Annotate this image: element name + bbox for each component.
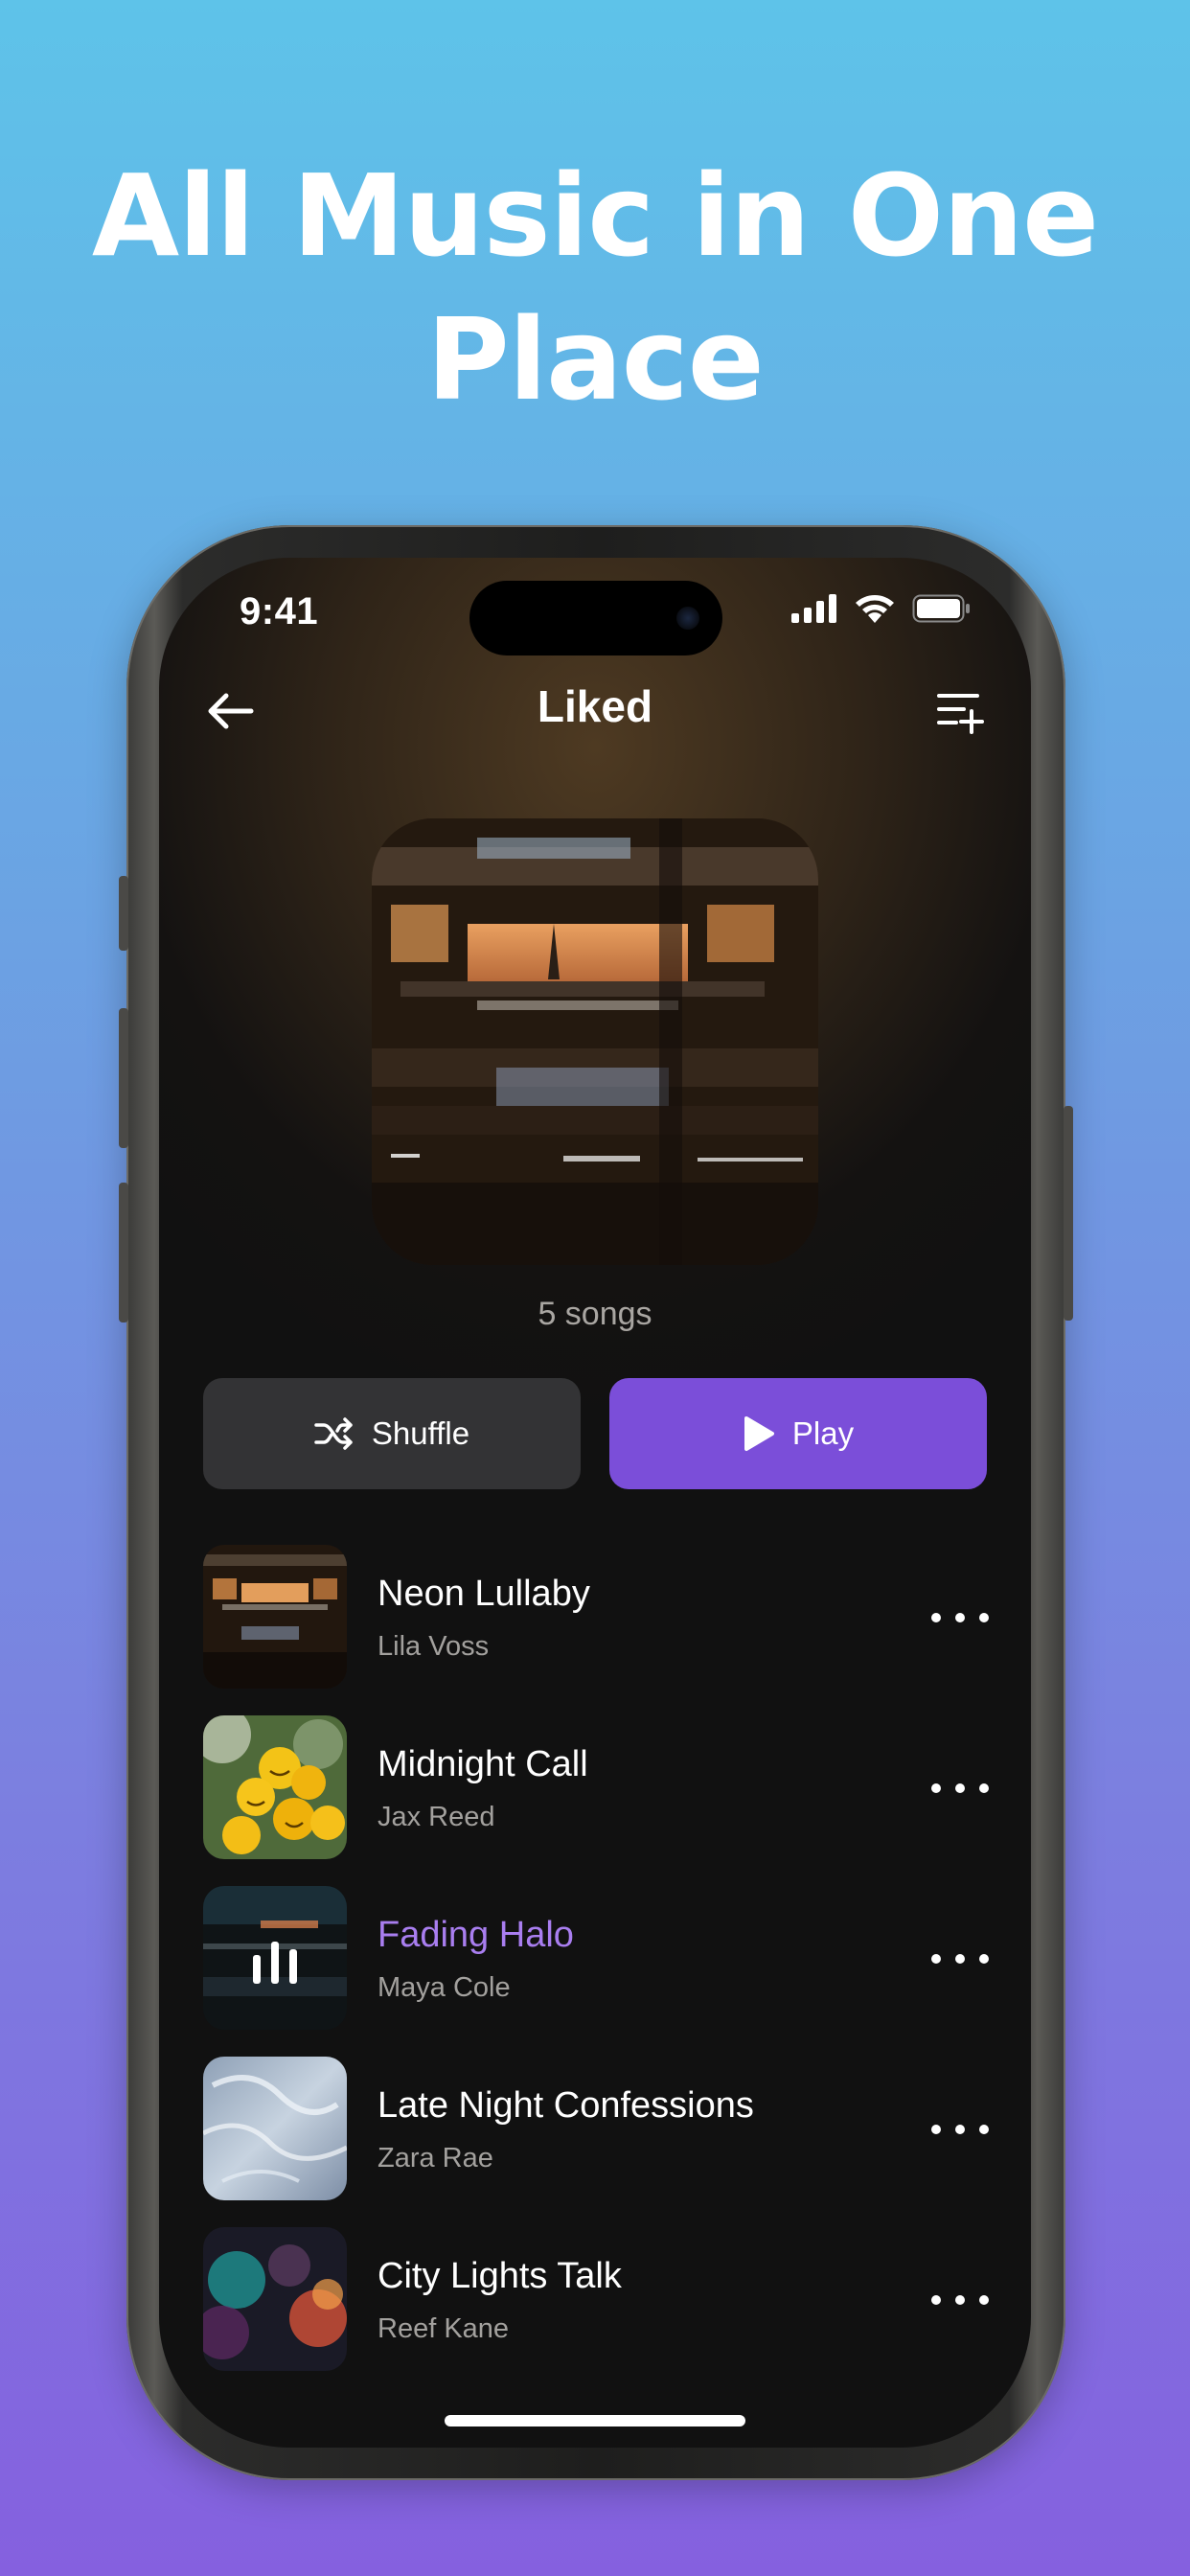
song-row[interactable]: Midnight Call Jax Reed — [203, 1715, 989, 1886]
status-time: 9:41 — [240, 590, 319, 632]
phone-screen: 9:41 Liked 5 songs Shuffle Play Neon Lul… — [159, 558, 1031, 2448]
playlist-cover — [372, 818, 818, 1265]
song-row[interactable]: Neon Lullaby Lila Voss — [203, 1545, 989, 1715]
song-artwork — [203, 2227, 347, 2371]
home-indicator[interactable] — [445, 2415, 745, 2426]
play-button[interactable]: Play — [609, 1378, 987, 1489]
shuffle-label: Shuffle — [371, 1415, 470, 1451]
play-label: Play — [791, 1415, 855, 1451]
song-title: Fading Halo — [378, 1915, 574, 1955]
shuffle-button[interactable]: Shuffle — [203, 1378, 581, 1489]
song-row-playing[interactable]: Fading Halo Maya Cole — [203, 1886, 989, 2057]
song-artwork — [203, 2057, 347, 2200]
wifi-icon — [856, 595, 894, 623]
more-options-icon[interactable] — [931, 1942, 989, 1976]
volume-down-button — [119, 1183, 128, 1322]
volume-up-button — [119, 1008, 128, 1148]
headline: All Music in One Place — [0, 144, 1190, 431]
song-count: 5 songs — [538, 1296, 652, 1332]
song-artist: Jax Reed — [378, 1802, 495, 1832]
song-title: City Lights Talk — [378, 2256, 622, 2296]
status-icons — [791, 594, 972, 623]
more-options-icon[interactable] — [931, 1600, 989, 1635]
more-options-icon[interactable] — [931, 2112, 989, 2147]
camera-icon — [676, 607, 699, 630]
song-title: Neon Lullaby — [378, 1574, 590, 1614]
power-button — [1064, 1106, 1073, 1321]
shuffle-icon — [314, 1417, 353, 1450]
song-artist: Lila Voss — [378, 1631, 490, 1662]
page-title: Liked — [537, 681, 653, 731]
song-artwork — [203, 1715, 347, 1859]
play-icon — [744, 1416, 774, 1451]
headline-line-1: All Music in One — [91, 150, 1099, 282]
cellular-signal-icon — [791, 594, 836, 623]
song-artist: Zara Rae — [378, 2143, 493, 2174]
song-title: Late Night Confessions — [378, 2085, 754, 2126]
song-row[interactable]: City Lights Talk Reef Kane — [203, 2227, 989, 2398]
cover-art — [372, 818, 818, 1265]
battery-icon — [912, 594, 970, 623]
song-list: Neon Lullaby Lila Voss Midnight Call Jax… — [203, 1545, 989, 2398]
song-artwork — [203, 1886, 347, 2030]
headline-line-2: Place — [426, 293, 765, 426]
more-options-icon[interactable] — [931, 1771, 989, 1806]
more-options-icon[interactable] — [931, 2283, 989, 2317]
action-button — [119, 876, 128, 951]
dynamic-island — [469, 581, 722, 656]
song-artist: Maya Cole — [378, 1972, 511, 2003]
song-row[interactable]: Late Night Confessions Zara Rae — [203, 2057, 989, 2227]
playlist-add-icon[interactable] — [935, 686, 985, 736]
song-artwork — [203, 1545, 347, 1689]
song-artist: Reef Kane — [378, 2313, 510, 2344]
song-title: Midnight Call — [378, 1744, 588, 1784]
